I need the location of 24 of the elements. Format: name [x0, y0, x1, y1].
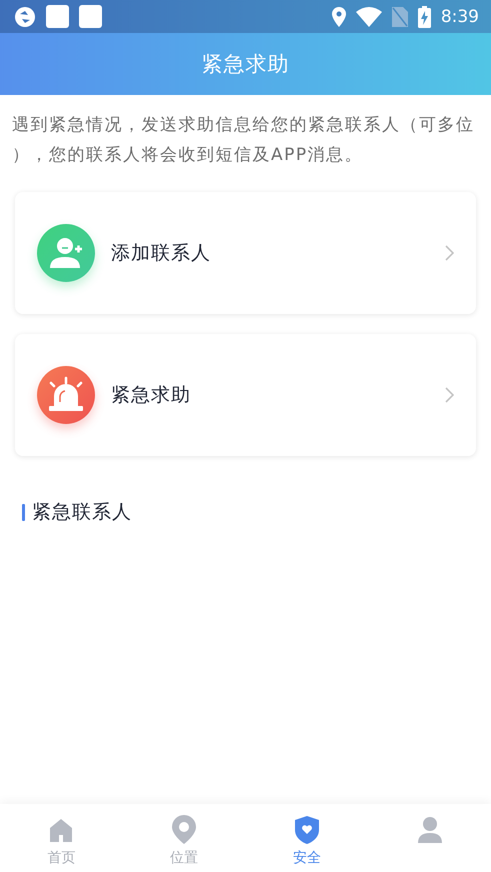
clock-time: 8:39: [440, 6, 479, 26]
action-card[interactable]: 添加联系人: [15, 192, 476, 314]
chevron-right-icon: [445, 245, 454, 261]
chevron-right-icon: [445, 387, 454, 403]
alarm-light-icon: [37, 366, 95, 424]
app-notification-icon: [14, 6, 36, 28]
location-icon: [332, 6, 346, 26]
tab[interactable]: 位置: [122, 804, 246, 872]
section-title: 紧急联系人: [32, 500, 132, 525]
wifi-icon: [356, 6, 382, 26]
no-sim-icon: [392, 6, 408, 26]
location-pin-icon: [172, 815, 196, 844]
tab[interactable]: 安全: [246, 804, 368, 872]
notification-icon: [46, 5, 69, 28]
battery-charging-icon: [418, 6, 431, 28]
profile-icon: [418, 816, 442, 842]
action-card[interactable]: 紧急求助: [15, 334, 476, 456]
tab[interactable]: 首页: [0, 804, 123, 872]
notification-icon: [79, 5, 102, 28]
home-icon: [49, 818, 74, 842]
intro-text: 遇到紧急情况，发送求助信息给您的紧急联系人（可多位），您的联系人将会收到短信及APP消息。: [12, 114, 476, 167]
add-contact-icon: [37, 224, 95, 282]
page-title: 紧急求助: [202, 51, 290, 78]
shield-icon: [294, 816, 319, 844]
